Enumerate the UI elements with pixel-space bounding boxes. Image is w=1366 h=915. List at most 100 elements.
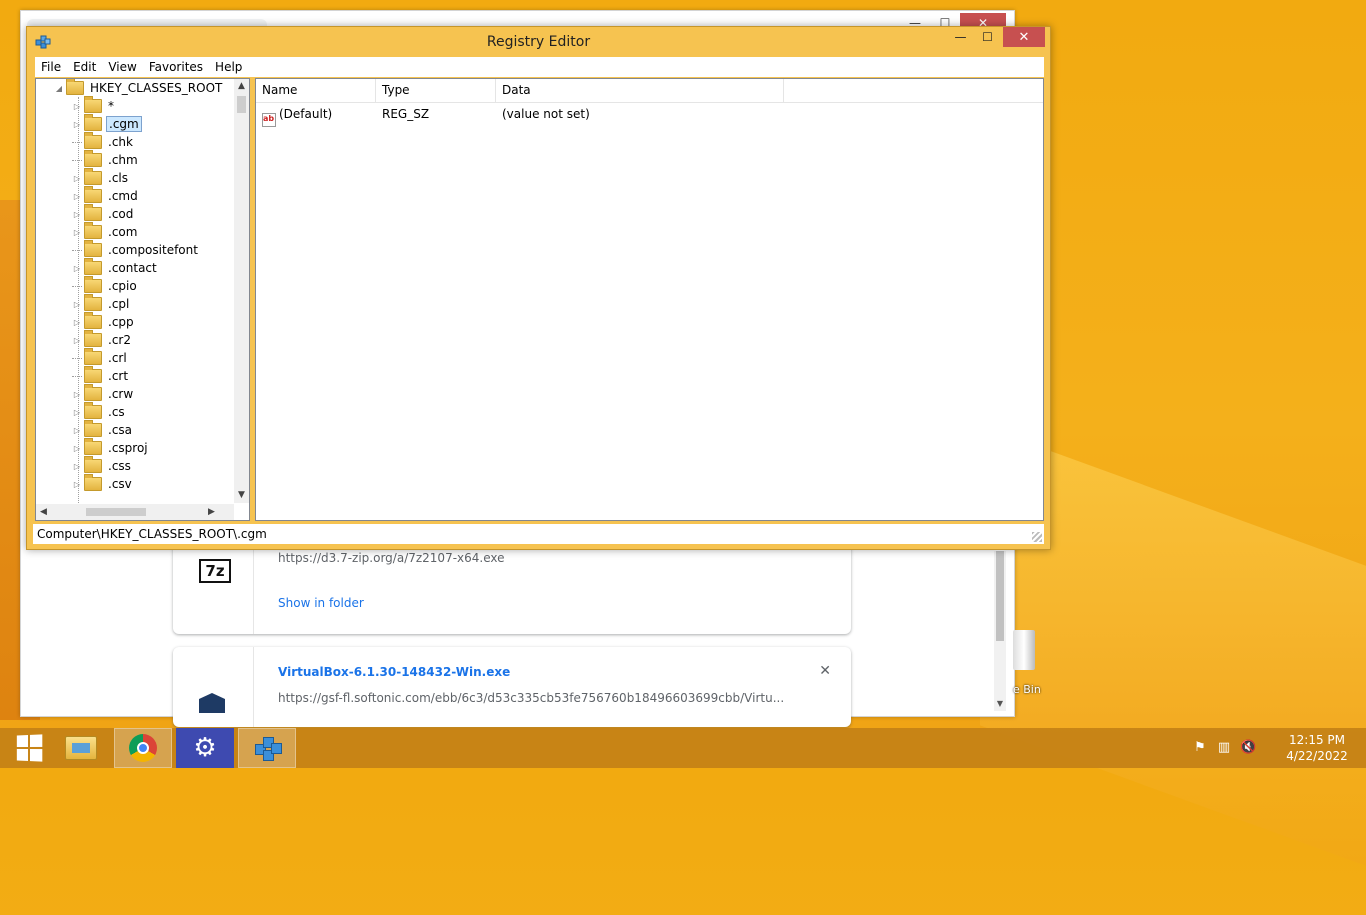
download-filename-link[interactable]: VirtualBox-6.1.30-148432-Win.exe <box>278 665 510 679</box>
tree-item-label[interactable]: .chm <box>106 153 140 167</box>
remove-download-button[interactable]: ✕ <box>819 663 831 679</box>
scroll-right-arrow-icon[interactable]: ▶ <box>204 504 219 520</box>
menu-help[interactable]: Help <box>209 57 248 77</box>
volume-muted-icon[interactable]: 🔇 <box>1240 740 1256 756</box>
scroll-down-arrow-icon[interactable]: ▼ <box>234 488 249 503</box>
close-button[interactable]: ✕ <box>1003 27 1045 47</box>
scroll-down-arrow-icon[interactable]: ▼ <box>994 699 1006 711</box>
tree-item-label[interactable]: .compositefont <box>106 243 200 257</box>
tree-item-label[interactable]: .cpp <box>106 315 136 329</box>
tree-item-label[interactable]: .cr2 <box>106 333 133 347</box>
menu-edit[interactable]: Edit <box>67 57 102 77</box>
show-in-folder-link[interactable]: Show in folder <box>278 596 364 610</box>
tree-item-row[interactable]: ▷ .contact <box>72 258 159 277</box>
expand-triangle-icon[interactable]: ▷ <box>72 426 82 435</box>
tree-item-row[interactable]: ▷ .csproj <box>72 438 150 457</box>
tree-item-label[interactable]: .css <box>106 459 133 473</box>
tree-item-label[interactable]: .cod <box>106 207 135 221</box>
tree-item-label[interactable]: .chk <box>106 135 135 149</box>
tree-item-row[interactable]: .compositefont <box>72 240 200 259</box>
tree-item-row[interactable]: ▷ .cls <box>72 168 130 187</box>
tree-item-label[interactable]: .csa <box>106 423 134 437</box>
tree-item-label[interactable]: .crt <box>106 369 130 383</box>
clock[interactable]: 12:15 PM 4/22/2022 <box>1282 732 1352 764</box>
tree-item-row[interactable]: ▷ .cpl <box>72 294 131 313</box>
scroll-up-arrow-icon[interactable]: ▲ <box>234 79 249 94</box>
tree-item-label[interactable]: .csproj <box>106 441 150 455</box>
expand-triangle-icon[interactable]: ▷ <box>72 300 82 309</box>
expand-triangle-icon[interactable]: ▷ <box>72 192 82 201</box>
tree-item-row[interactable]: ▷ .cpp <box>72 312 136 331</box>
tree-item-row[interactable]: ▷ .csa <box>72 420 134 439</box>
expand-triangle-icon[interactable]: ▷ <box>72 264 82 273</box>
tree-item-row[interactable]: ▷ .com <box>72 222 139 241</box>
expand-triangle-icon[interactable]: ▷ <box>72 318 82 327</box>
column-header-name[interactable]: Name <box>256 79 376 102</box>
tree-item-row[interactable]: ▷ * <box>72 96 116 115</box>
expand-triangle-icon[interactable]: ▷ <box>72 102 82 111</box>
tree-item-row[interactable]: .chm <box>72 150 140 169</box>
taskbar-chrome[interactable] <box>114 728 172 768</box>
collapse-triangle-icon[interactable]: ◢ <box>54 84 64 93</box>
tree-item-row[interactable]: .cpio <box>72 276 139 295</box>
column-header-data[interactable]: Data <box>496 79 784 102</box>
tree-item-label[interactable]: .cmd <box>106 189 140 203</box>
tree-item-label[interactable]: .crw <box>106 387 135 401</box>
taskbar-file-explorer[interactable] <box>52 728 110 768</box>
tree-item-label[interactable]: * <box>106 99 116 113</box>
taskbar-settings[interactable]: ⚙ <box>176 728 234 768</box>
tree-item-row[interactable]: ▷ .cgm <box>72 114 142 133</box>
expand-triangle-icon[interactable]: ▷ <box>72 174 82 183</box>
tree-item-row[interactable]: ▷ .cod <box>72 204 135 223</box>
tree-item-row[interactable]: ▷ .css <box>72 456 133 475</box>
menu-view[interactable]: View <box>102 57 142 77</box>
action-center-flag-icon[interactable]: ⚑ <box>1192 740 1208 756</box>
values-list-pane[interactable]: Name Type Data ab (Default) REG_SZ (value… <box>255 78 1044 521</box>
column-header-type[interactable]: Type <box>376 79 496 102</box>
network-icon[interactable]: ▥ <box>1216 740 1232 756</box>
tree-item-label[interactable]: .cpio <box>106 279 139 293</box>
title-bar[interactable]: Registry Editor — ☐ ✕ <box>27 27 1050 57</box>
expand-triangle-icon[interactable]: ▷ <box>72 408 82 417</box>
tree-hscroll-thumb[interactable] <box>86 508 146 516</box>
recycle-bin-desktop-icon[interactable]: e Bin <box>1005 630 1045 700</box>
maximize-button[interactable]: ☐ <box>974 27 1001 47</box>
expand-triangle-icon[interactable]: ▷ <box>72 336 82 345</box>
tree-item-row[interactable]: ▷ .cr2 <box>72 330 133 349</box>
scroll-left-arrow-icon[interactable]: ◀ <box>36 504 51 520</box>
tree-item-label[interactable]: .cs <box>106 405 127 419</box>
value-row[interactable]: ab (Default) REG_SZ (value not set) <box>256 104 1043 127</box>
tree-vertical-scrollbar[interactable]: ▲ ▼ <box>234 79 249 503</box>
tree-item-label[interactable]: .com <box>106 225 139 239</box>
key-tree-pane[interactable]: ◢ HKEY_CLASSES_ROOT ▷ * ▷ .cgm .chk .chm ▷ .cls… <box>35 78 250 521</box>
expand-triangle-icon[interactable]: ▷ <box>72 210 82 219</box>
menu-file[interactable]: File <box>35 57 67 77</box>
minimize-button[interactable]: — <box>947 27 974 47</box>
tree-item-row[interactable]: ▷ .csv <box>72 474 134 493</box>
tree-root-label[interactable]: HKEY_CLASSES_ROOT <box>88 81 224 95</box>
tree-horizontal-scrollbar[interactable]: ◀ ▶ <box>36 504 234 520</box>
expand-triangle-icon[interactable]: ▷ <box>72 444 82 453</box>
menu-favorites[interactable]: Favorites <box>143 57 209 77</box>
tree-item-label[interactable]: .cpl <box>106 297 131 311</box>
tree-item-label[interactable]: .contact <box>106 261 159 275</box>
expand-triangle-icon[interactable]: ▷ <box>72 480 82 489</box>
tree-item-row[interactable]: ▷ .cs <box>72 402 127 421</box>
tree-item-row[interactable]: .crt <box>72 366 130 385</box>
tree-item-row[interactable]: ▷ .cmd <box>72 186 140 205</box>
expand-triangle-icon[interactable]: ▷ <box>72 120 82 129</box>
tree-item-row[interactable]: .crl <box>72 348 129 367</box>
taskbar-registry-editor[interactable] <box>238 728 296 768</box>
tree-root-row[interactable]: ◢ HKEY_CLASSES_ROOT <box>54 79 224 97</box>
tree-item-label-selected[interactable]: .cgm <box>106 116 142 132</box>
tree-scroll-thumb[interactable] <box>237 96 246 113</box>
expand-triangle-icon[interactable]: ▷ <box>72 390 82 399</box>
tree-item-label[interactable]: .csv <box>106 477 134 491</box>
tree-item-row[interactable]: .chk <box>72 132 135 151</box>
tree-item-label[interactable]: .cls <box>106 171 130 185</box>
start-button[interactable] <box>0 728 58 768</box>
chrome-scrollbar-thumb[interactable] <box>996 551 1004 641</box>
tree-item-label[interactable]: .crl <box>106 351 129 365</box>
tree-item-row[interactable]: ▷ .crw <box>72 384 135 403</box>
expand-triangle-icon[interactable]: ▷ <box>72 462 82 471</box>
